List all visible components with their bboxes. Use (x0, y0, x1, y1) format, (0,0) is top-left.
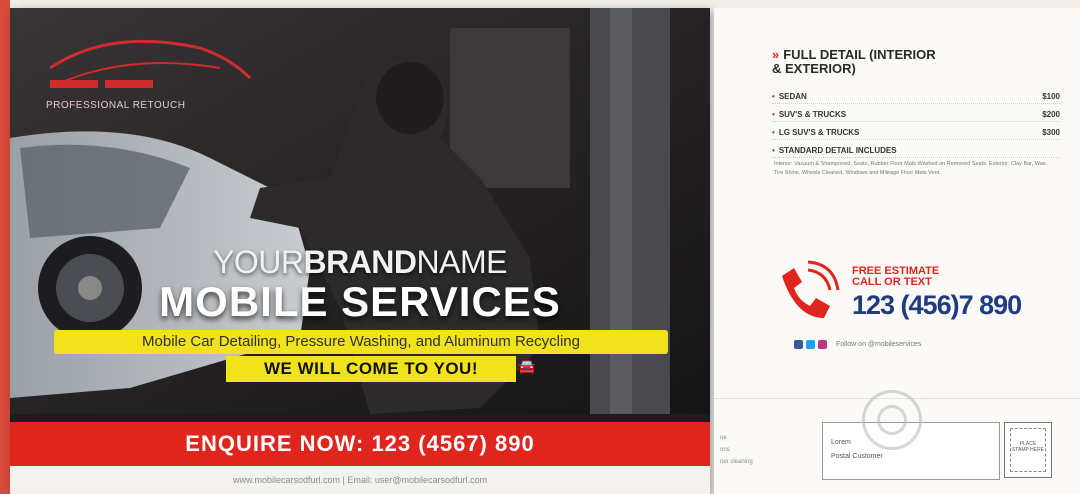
title-line-1: FULL DETAIL (INTERIOR (783, 47, 936, 62)
leftover-3: ner cleaning (720, 459, 753, 465)
left-edge-strip (0, 0, 10, 494)
brand-light-1: YOUR (213, 244, 304, 280)
price-item: • LG SUV'S & TRUCKS $300 (772, 128, 1060, 140)
brand-name: YOURBRANDNAME (10, 244, 710, 281)
watermark-inner (877, 405, 907, 435)
footer-contact: www.mobilecarsodfurl.com | Email: user@m… (10, 466, 710, 494)
item-price: $200 (1042, 110, 1060, 119)
item-price: $100 (1042, 92, 1060, 101)
full-detail-title: » FULL DETAIL (INTERIOR & EXTERIOR) (772, 48, 1022, 76)
instagram-icon (818, 340, 827, 349)
brand-light-2: NAME (416, 244, 508, 280)
twitter-icon (806, 340, 815, 349)
stamp-inner: PLACE STAMP HERE (1010, 428, 1046, 472)
bullet-icon: • (772, 128, 775, 137)
arrow-icon: » (772, 47, 780, 62)
leftover-2: ons (720, 447, 730, 453)
item-name: LG SUV'S & TRUCKS (778, 128, 860, 137)
come-to-you-banner: WE WILL COME TO YOU! (226, 356, 516, 382)
item-name: SUV'S & TRUCKS (778, 110, 847, 119)
bullet-icon: • (772, 110, 775, 119)
bullet-icon: • (772, 146, 775, 155)
bullet-icon: • (772, 92, 775, 101)
price-list: • SEDAN $100 • SUV'S & TRUCKS $200 • LG SUV… (772, 92, 1060, 164)
detail-description: Interior: Vacuum & Shampooed, Seats, Rub… (774, 161, 1048, 176)
stamp-text: PLACE STAMP HERE (1011, 441, 1045, 453)
car-icon: 🚘 (518, 358, 536, 374)
title-line-2: & EXTERIOR) (772, 61, 856, 76)
item-name: STANDARD DETAIL INCLUDES (778, 146, 897, 155)
enquire-banner: ENQUIRE NOW: 123 (4567) 890 (10, 422, 710, 466)
services-banner: Mobile Car Detailing, Pressure Washing, … (54, 330, 668, 354)
phone-number: 123 (456)7 890 (852, 290, 1022, 320)
free-estimate: FREE ESTIMATE CALL OR TEXT (852, 266, 939, 288)
item-price: $300 (1042, 128, 1060, 137)
facebook-icon (794, 340, 803, 349)
postcard-front: PROFESSIONAL RETOUCH YOURBRANDNAME MOBIL… (10, 8, 710, 494)
address-line-2: Postal Customer (831, 453, 883, 460)
item-name: SEDAN (778, 92, 807, 101)
price-item: • SUV'S & TRUCKS $200 (772, 110, 1060, 122)
social-row: Follow on @mobileservices (794, 340, 921, 349)
logo-tagline: PROFESSIONAL RETOUCH (46, 100, 186, 111)
phone-icon (782, 260, 840, 318)
watermark-icon (862, 390, 922, 450)
price-item: • SEDAN $100 (772, 92, 1060, 104)
leftover-1: ne (720, 435, 727, 441)
leftover-text: ne ons ner cleaning (720, 432, 753, 468)
free-estimate-2: CALL OR TEXT (852, 276, 932, 288)
social-text: Follow on @mobileservices (836, 341, 922, 348)
price-item: • STANDARD DETAIL INCLUDES (772, 146, 1060, 158)
headline: MOBILE SERVICES (159, 278, 561, 325)
brand-bold: BRAND (303, 244, 417, 280)
address-line-1: Lorem (831, 439, 851, 446)
stamp-box: PLACE STAMP HERE (1004, 422, 1052, 478)
